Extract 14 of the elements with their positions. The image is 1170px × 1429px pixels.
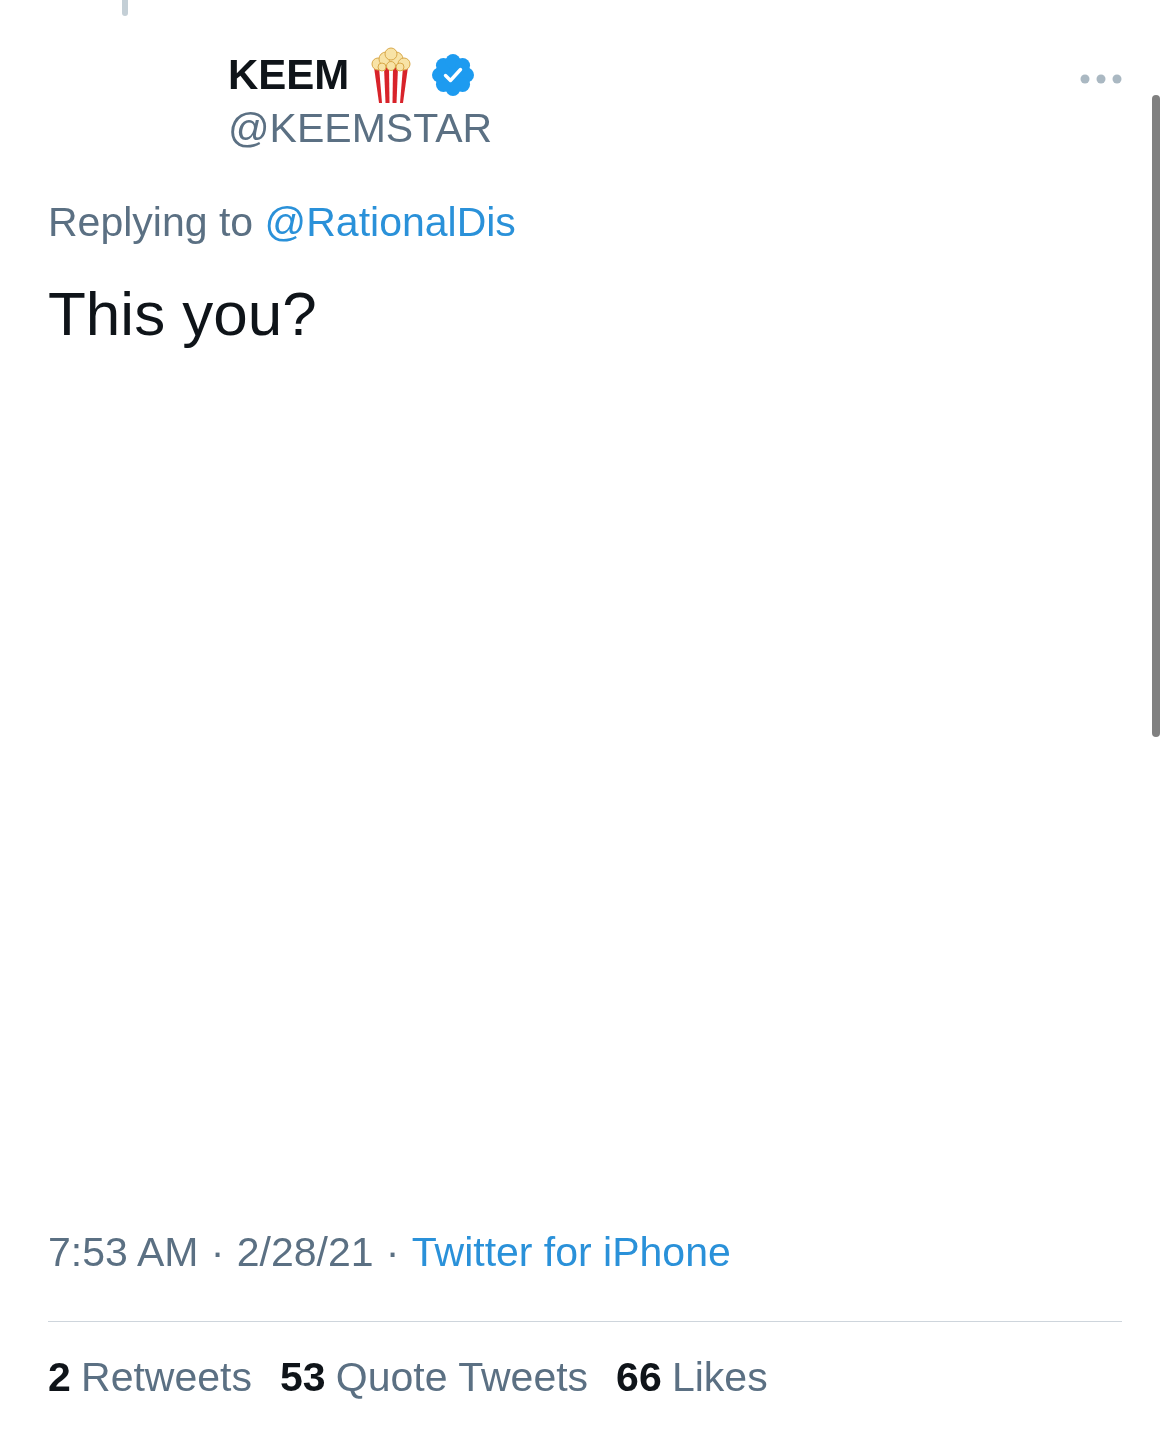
- reply-label: Replying to: [48, 198, 254, 247]
- tweet-text: This you?: [48, 278, 317, 350]
- engagement-stat[interactable]: 66 Likes: [616, 1353, 768, 1402]
- engagement-stat[interactable]: 53 Quote Tweets: [280, 1353, 589, 1402]
- popcorn-icon: [371, 47, 412, 103]
- separator-dot: ·: [210, 1228, 225, 1277]
- separator-dot: ·: [385, 1228, 400, 1277]
- user-handle: @KEEMSTAR: [228, 104, 493, 153]
- timestamp: 7:53 AM: [48, 1228, 199, 1277]
- engagement-stat[interactable]: 2 Retweets: [48, 1353, 252, 1402]
- scrollbar[interactable]: [1152, 95, 1160, 737]
- display-name: KEEM: [228, 50, 350, 100]
- more-icon[interactable]: [1080, 74, 1122, 84]
- date: 2/28/21: [236, 1228, 374, 1277]
